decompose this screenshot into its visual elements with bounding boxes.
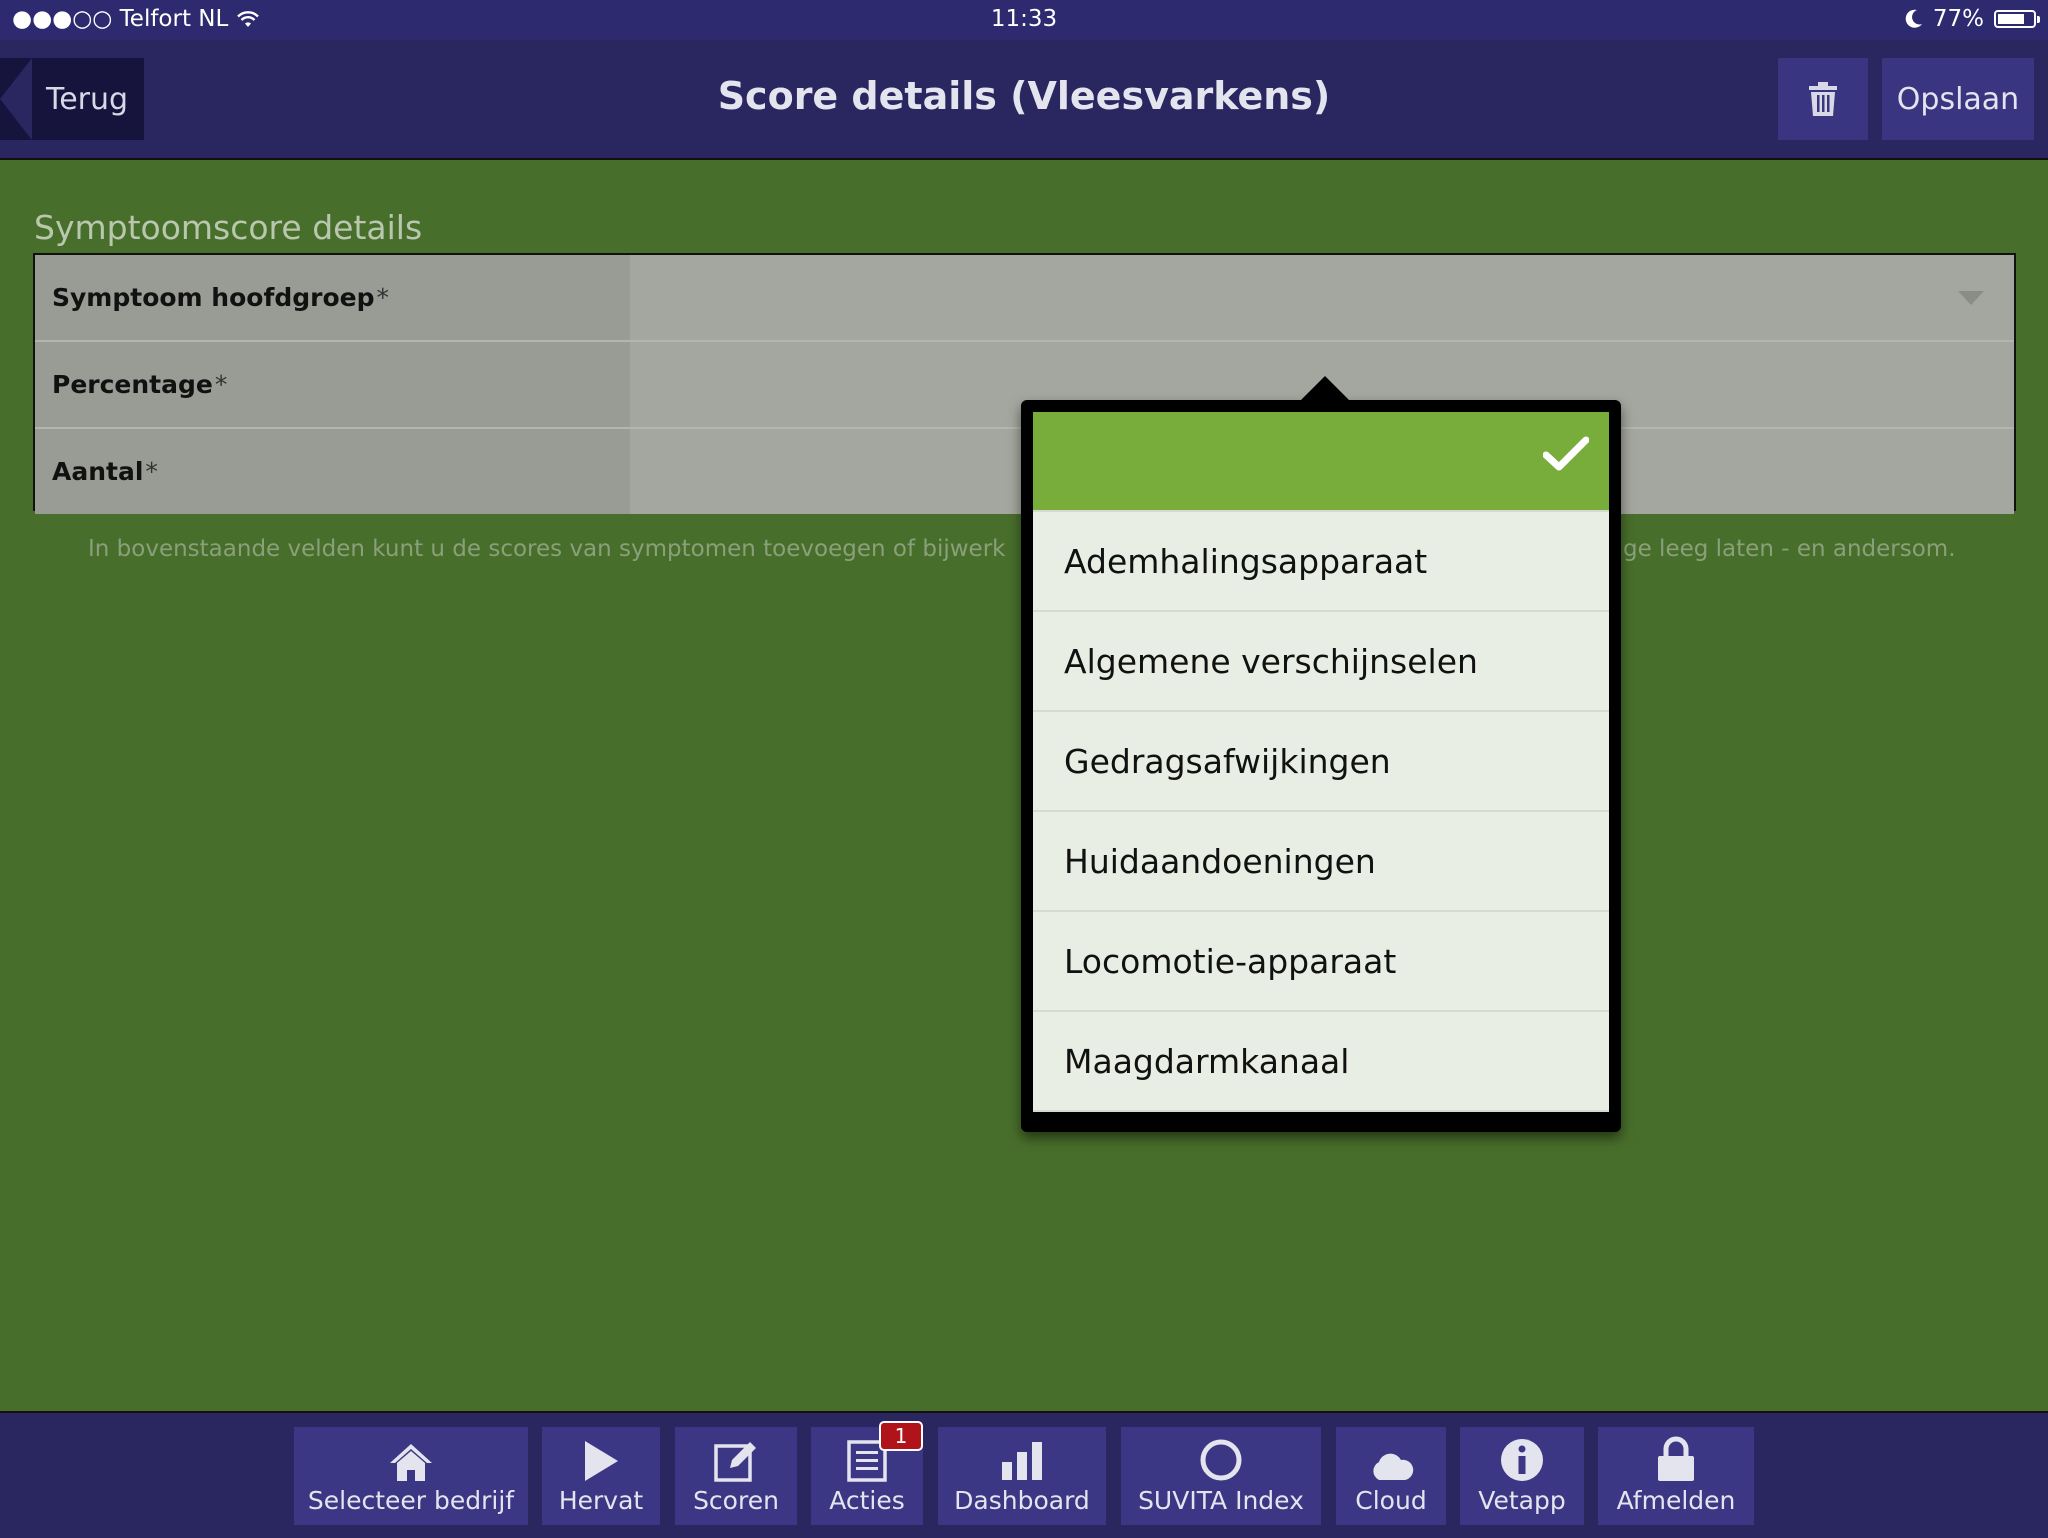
- page-title: Score details (Vleesvarkens): [717, 74, 1331, 118]
- option-item[interactable]: Locomotie-apparaat: [1033, 912, 1609, 1012]
- delete-button[interactable]: [1778, 58, 1868, 140]
- form-row-symptom-group[interactable]: Symptoom hoofdgroep *: [35, 255, 2014, 340]
- field-label: Aantal: [52, 457, 144, 486]
- play-icon: [585, 1441, 618, 1481]
- option-item[interactable]: Algemene verschijnselen: [1033, 612, 1609, 712]
- tab-cloud[interactable]: Cloud: [1336, 1427, 1446, 1525]
- moon-icon: [1905, 9, 1922, 28]
- form-hint-right: ge leeg laten - en andersom.: [1623, 536, 1956, 562]
- info-icon: [1501, 1439, 1543, 1481]
- tab-label: SUVITA Index: [1138, 1486, 1304, 1515]
- dropdown-arrow-icon: [1958, 291, 1984, 305]
- tab-suvita-index[interactable]: SUVITA Index: [1121, 1427, 1321, 1525]
- tab-vetapp[interactable]: Vetapp: [1460, 1427, 1584, 1525]
- tab-label: Dashboard: [954, 1486, 1090, 1515]
- tab-label: Selecteer bedrijf: [307, 1486, 515, 1515]
- tab-actions[interactable]: Acties 1: [811, 1421, 923, 1525]
- tab-label: Cloud: [1355, 1486, 1427, 1515]
- trash-icon: [1809, 82, 1837, 116]
- edit-icon: [714, 1442, 756, 1482]
- navigation-bar: Terug Score details (Vleesvarkens) Opsla…: [0, 40, 2048, 160]
- tab-label: Hervat: [558, 1486, 644, 1515]
- field-label: Symptoom hoofdgroep: [52, 283, 375, 312]
- tab-label: Vetapp: [1478, 1486, 1566, 1515]
- option-empty-selected[interactable]: [1033, 412, 1609, 512]
- circle-icon: [1200, 1439, 1242, 1481]
- status-bar: ●●●○○ Telfort NL 11:33 77%: [0, 0, 2048, 40]
- cloud-icon: [1373, 1453, 1414, 1480]
- battery-icon: [1994, 10, 2040, 28]
- form-hint-left: In bovenstaande velden kunt u de scores …: [88, 536, 1006, 562]
- tab-label: Afmelden: [1616, 1486, 1736, 1515]
- tab-label: Acties: [829, 1486, 905, 1515]
- symptom-group-popover: Ademhalingsapparaat Algemene verschijnse…: [1021, 376, 1621, 1132]
- section-title: Symptoomscore details: [34, 208, 423, 247]
- home-icon: [390, 1444, 432, 1481]
- option-item[interactable]: Huidaandoeningen: [1033, 812, 1609, 912]
- save-button[interactable]: Opslaan: [1882, 58, 2034, 140]
- tab-logout[interactable]: Afmelden: [1598, 1427, 1754, 1525]
- symptom-group-select[interactable]: [630, 255, 2014, 340]
- battery-level: [1998, 14, 2025, 24]
- tab-dashboard[interactable]: Dashboard: [938, 1427, 1106, 1525]
- required-marker: *: [214, 370, 228, 399]
- bar-chart-icon: [1002, 1442, 1042, 1480]
- clock: 11:33: [990, 6, 1058, 32]
- option-item[interactable]: Gedragsafwijkingen: [1033, 712, 1609, 812]
- tab-select-company[interactable]: Selecteer bedrijf: [294, 1427, 528, 1525]
- notification-badge: 1: [879, 1421, 923, 1451]
- tab-resume[interactable]: Hervat: [542, 1427, 660, 1525]
- option-item[interactable]: Maagdarmkanaal: [1033, 1012, 1609, 1112]
- checkmark-icon: [1543, 436, 1589, 471]
- required-marker: *: [145, 457, 158, 486]
- tab-bar: Selecteer bedrijf Hervat Scoren Acties 1…: [0, 1411, 2048, 1538]
- option-list[interactable]: Ademhalingsapparaat Algemene verschijnse…: [1033, 412, 1609, 1112]
- option-item[interactable]: Ademhalingsapparaat: [1033, 512, 1609, 612]
- lock-icon: [1658, 1436, 1694, 1481]
- field-label: Percentage: [52, 370, 213, 399]
- tab-label: Scoren: [693, 1486, 779, 1515]
- required-marker: *: [376, 283, 389, 312]
- battery-percent: 77%: [1932, 6, 1984, 32]
- popover-arrow: [1299, 376, 1351, 402]
- tab-score[interactable]: Scoren: [675, 1427, 797, 1525]
